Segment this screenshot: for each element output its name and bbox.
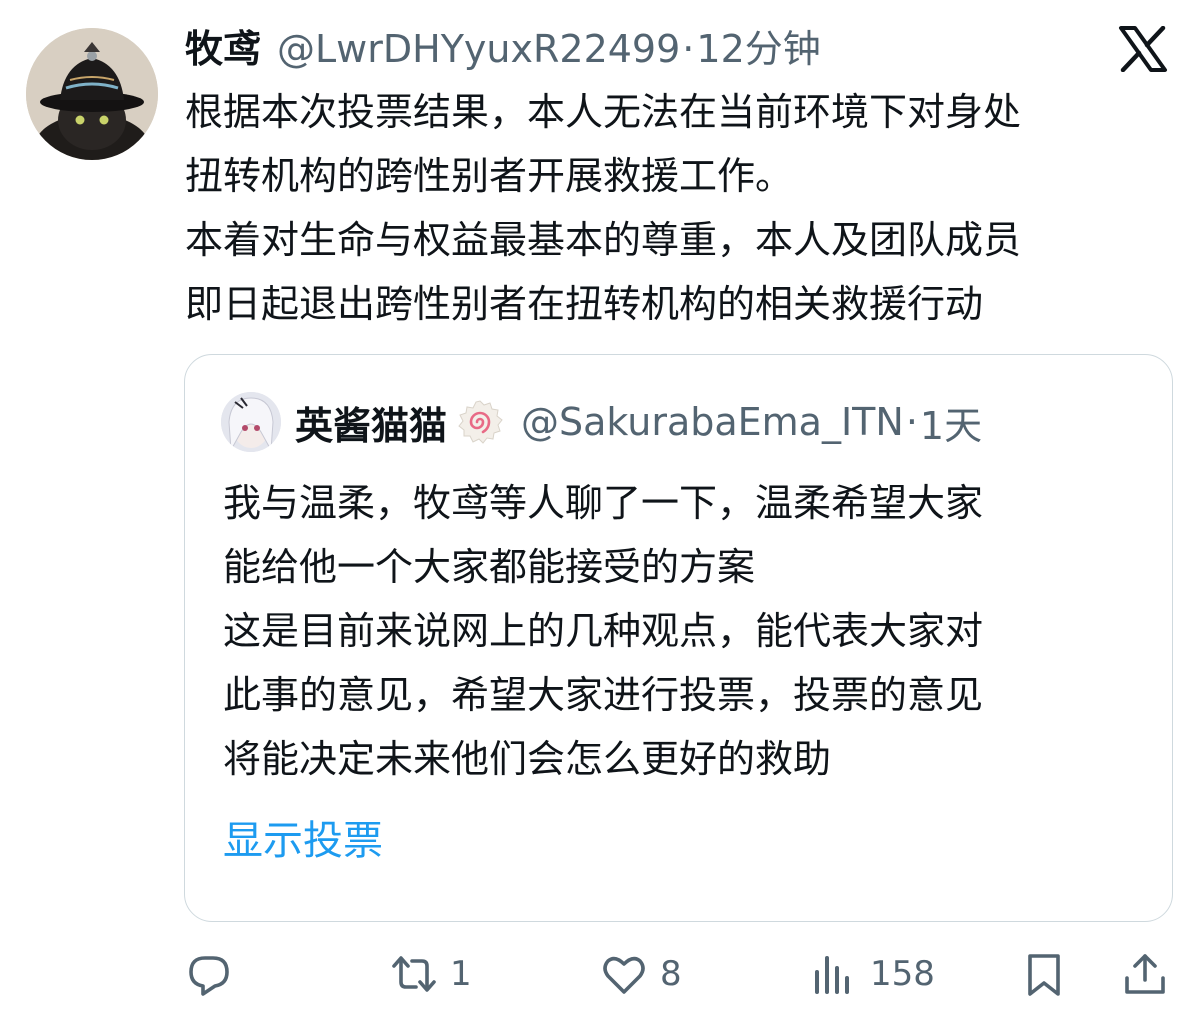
bookmark-button[interactable] [1020, 944, 1068, 1004]
author-handle[interactable]: @LwrDHYyuxR22499 [277, 24, 680, 74]
bookmark-icon [1020, 950, 1068, 998]
quoted-author-avatar[interactable] [221, 392, 281, 452]
separator-dot: · [682, 27, 695, 71]
quoted-text-line: 这是目前来说网上的几种观点，能代表大家对 [223, 609, 984, 653]
quoted-text-line: 将能决定未来他们会怎么更好的救助 [223, 737, 832, 781]
retweet-button[interactable]: 1 [390, 944, 472, 1004]
tweet-time[interactable]: 12分钟 [696, 24, 820, 74]
tweet-text-line: 扭转机构的跨性别者开展救援工作。 [185, 154, 794, 198]
author-avatar[interactable] [26, 28, 158, 160]
tweet-header: 牧鸢 @LwrDHYyuxR22499 · 12分钟 [185, 24, 821, 74]
share-button[interactable] [1121, 944, 1169, 1004]
quoted-tweet[interactable]: 英酱猫猫 @SakurabaEma_ITN · 1天 我与温柔，牧鸢等人聊了一下… [184, 354, 1173, 922]
tweet-text: 根据本次投票结果，本人无法在当前环境下对身处 扭转机构的跨性别者开展救援工作。 … [185, 80, 1175, 336]
like-count: 8 [660, 954, 682, 994]
views-button[interactable]: 158 [810, 944, 935, 1004]
retweet-icon [390, 950, 438, 998]
tweet-text-line: 根据本次投票结果，本人无法在当前环境下对身处 [185, 90, 1022, 134]
show-poll-link[interactable]: 显示投票 [223, 811, 383, 871]
share-icon [1121, 950, 1169, 998]
quoted-author-handle[interactable]: @SakurabaEma_ITN [521, 400, 904, 444]
quoted-tweet-header: 英酱猫猫 @SakurabaEma_ITN · 1天 [221, 391, 982, 453]
quoted-text-line: 此事的意见，希望大家进行投票，投票的意见 [223, 673, 984, 717]
quoted-tweet-text: 我与温柔，牧鸢等人聊了一下，温柔希望大家 能给他一个大家都能接受的方案 这是目前… [223, 471, 1143, 791]
quoted-tweet-time[interactable]: 1天 [920, 395, 982, 450]
reply-icon [185, 950, 233, 998]
views-count: 158 [870, 954, 935, 994]
separator-dot: · [905, 400, 918, 444]
tweet-text-line: 即日起退出跨性别者在扭转机构的相关救援行动 [185, 282, 984, 326]
narutomaki-badge-icon [457, 399, 503, 445]
quoted-text-line: 能给他一个大家都能接受的方案 [223, 545, 756, 589]
like-button[interactable]: 8 [600, 944, 682, 1004]
quoted-author-name[interactable]: 英酱猫猫 [295, 395, 447, 450]
author-name[interactable]: 牧鸢 [185, 24, 261, 74]
tweet-text-line: 本着对生命与权益最基本的尊重，本人及团队成员 [185, 218, 1022, 262]
quoted-text-line: 我与温柔，牧鸢等人聊了一下，温柔希望大家 [223, 481, 984, 525]
retweet-count: 1 [450, 954, 472, 994]
heart-icon [600, 950, 648, 998]
views-icon [810, 950, 858, 998]
reply-button[interactable] [185, 944, 233, 1004]
x-logo-icon[interactable] [1118, 26, 1168, 72]
action-bar: 1 8 158 [185, 944, 1175, 1004]
